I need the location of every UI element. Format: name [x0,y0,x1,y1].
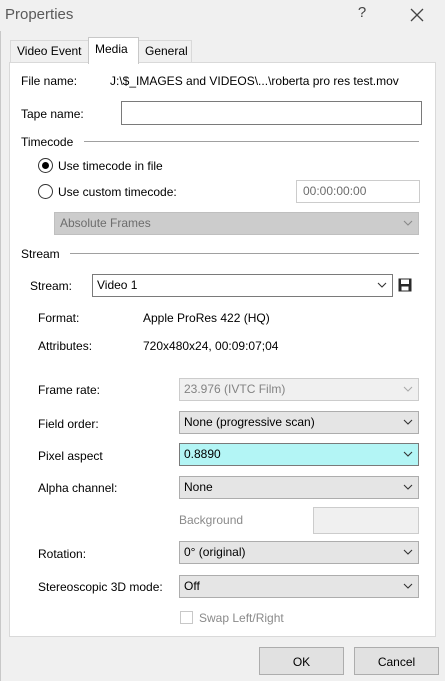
dropdown-value: 0.8890 [184,447,221,461]
radio-selected-dot [42,162,49,169]
save-stream-button[interactable] [398,278,412,292]
tab-label: Media [95,42,128,56]
tab-label: General [145,44,188,58]
tape-name-label: Tape name: [21,107,84,121]
field-order-label: Field order: [38,417,99,431]
ok-button[interactable]: OK [259,647,344,675]
swap-left-right-checkbox[interactable] [180,611,193,624]
swap-left-right-label: Swap Left/Right [199,611,284,625]
dropdown-value: Absolute Frames [60,216,151,230]
rotation-label: Rotation: [38,547,87,561]
tab-media[interactable]: Media [88,37,139,64]
background-label: Background [179,513,244,527]
window-title: Properties [5,6,74,23]
file-name-label: File name: [21,74,78,88]
use-timecode-in-file-radio[interactable] [38,158,53,173]
save-icon [398,278,412,292]
frame-rate-label: Frame rate: [38,383,101,397]
chevron-down-icon [403,583,413,589]
chevron-down-icon [403,220,413,226]
tab-label: Video Event [17,44,82,58]
dropdown-value: None [184,480,213,494]
dropdown-value: 23.976 (IVTC Film) [184,382,286,396]
stream-divider [70,253,419,254]
chevron-down-icon [377,282,387,288]
attributes-value: 720x480x24, 00:09:07;04 [143,339,279,353]
file-name-value: J:\$_IMAGES and VIDEOS\...\roberta pro r… [110,74,399,88]
stream-dropdown[interactable]: Video 1 [92,274,393,297]
pixel-aspect-dropdown[interactable]: 0.8890 [179,443,419,466]
stream-section-title: Stream [21,247,60,261]
help-button[interactable]: ? [352,4,372,26]
tab-video-event[interactable]: Video Event [10,40,89,62]
format-value: Apple ProRes 422 (HQ) [143,311,270,325]
tab-general[interactable]: General [138,40,192,62]
dropdown-value: Off [184,579,200,593]
custom-timecode-field[interactable]: 00:00:00:00 [296,180,420,203]
stereoscopic-3d-dropdown[interactable]: Off [179,575,419,598]
chevron-down-icon [403,386,413,392]
tape-name-input[interactable] [121,101,422,125]
background-color-button[interactable] [313,507,419,534]
close-icon [410,8,424,22]
dropdown-value: Video 1 [97,278,138,292]
format-label: Format: [38,311,80,325]
cancel-button[interactable]: Cancel [354,647,439,675]
dropdown-value: None (progressive scan) [184,415,315,429]
chevron-down-icon [403,419,413,425]
rotation-dropdown[interactable]: 0° (original) [179,541,419,564]
frame-rate-dropdown[interactable]: 23.976 (IVTC Film) [179,378,419,401]
use-timecode-in-file-label: Use timecode in file [58,159,163,173]
use-custom-timecode-label: Use custom timecode: [58,185,177,199]
field-order-dropdown[interactable]: None (progressive scan) [179,411,419,434]
chevron-down-icon [403,549,413,555]
chevron-down-icon [403,484,413,490]
close-button[interactable] [406,3,428,27]
chevron-down-icon [403,451,413,457]
timecode-format-dropdown[interactable]: Absolute Frames [54,212,419,235]
stream-label: Stream: [30,279,73,293]
alpha-channel-dropdown[interactable]: None [179,476,419,499]
use-custom-timecode-radio[interactable] [38,184,53,199]
alpha-channel-label: Alpha channel: [38,481,118,495]
timecode-divider [84,141,419,142]
pixel-aspect-label: Pixel aspect [38,449,103,463]
dropdown-value: 0° (original) [184,545,246,559]
attributes-label: Attributes: [38,339,93,353]
timecode-section-title: Timecode [21,135,74,149]
stereoscopic-3d-label: Stereoscopic 3D mode: [38,580,163,594]
